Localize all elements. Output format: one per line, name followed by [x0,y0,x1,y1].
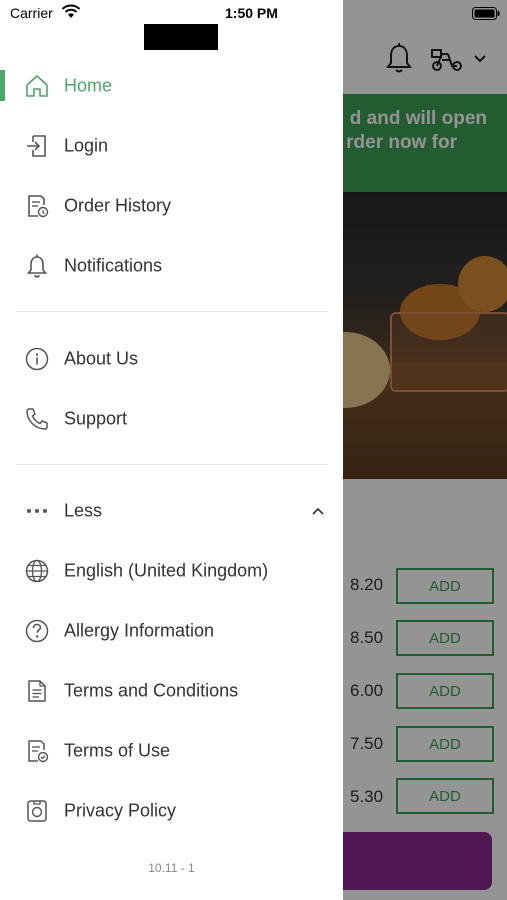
document-icon [28,680,46,702]
menu-item-notifications[interactable]: Notifications [0,236,343,296]
menu-label: Home [64,75,113,96]
home-icon [26,75,48,97]
navigation-drawer: Home Login Order History Notifications A… [0,0,343,900]
redacted-logo [144,24,218,50]
menu-item-order-history[interactable]: Order History [0,176,343,236]
menu-item-login[interactable]: Login [0,116,343,176]
menu-item-less[interactable]: Less [0,481,343,541]
menu-item-privacy-policy[interactable]: Privacy Policy [0,781,343,841]
divider [16,464,328,465]
wifi-icon [61,4,81,18]
menu-item-support[interactable]: Support [0,389,343,449]
menu-label: Less [64,500,103,521]
menu-item-language[interactable]: English (United Kingdom) [0,541,343,601]
document-check-icon [28,740,49,763]
bell-icon [26,254,48,278]
menu-label: Terms of Use [64,740,171,761]
menu-item-about-us[interactable]: About Us [0,329,343,389]
menu-label: About Us [64,348,139,369]
menu-item-home[interactable]: Home [0,56,343,116]
status-bar: Carrier 1:50 PM [0,0,507,24]
menu-label: Order History [64,195,172,216]
privacy-icon [27,800,47,822]
battery-icon [472,7,500,20]
info-icon [25,347,49,371]
menu-item-terms-of-use[interactable]: Terms of Use [0,721,343,781]
order-history-icon [28,195,49,218]
clock: 1:50 PM [225,5,278,21]
more-dots-icon [27,509,47,513]
globe-icon [25,559,49,583]
menu-item-terms-and-conditions[interactable]: Terms and Conditions [0,661,343,721]
login-icon [27,135,46,157]
menu-label: Allergy Information [64,620,215,641]
menu-item-allergy-information[interactable]: Allergy Information [0,601,343,661]
menu-label: Support [64,408,128,429]
menu-label: English (United Kingdom) [64,560,269,581]
divider [16,311,328,312]
menu-label: Login [64,135,109,156]
phone-icon [26,408,48,430]
chevron-up-icon[interactable] [310,505,326,517]
menu-label: Notifications [64,255,163,276]
question-icon [25,619,49,643]
menu-label: Terms and Conditions [64,680,239,701]
menu-label: Privacy Policy [64,800,177,821]
app-version: 10.11 - 1 [148,861,195,875]
carrier-label: Carrier [10,5,53,21]
